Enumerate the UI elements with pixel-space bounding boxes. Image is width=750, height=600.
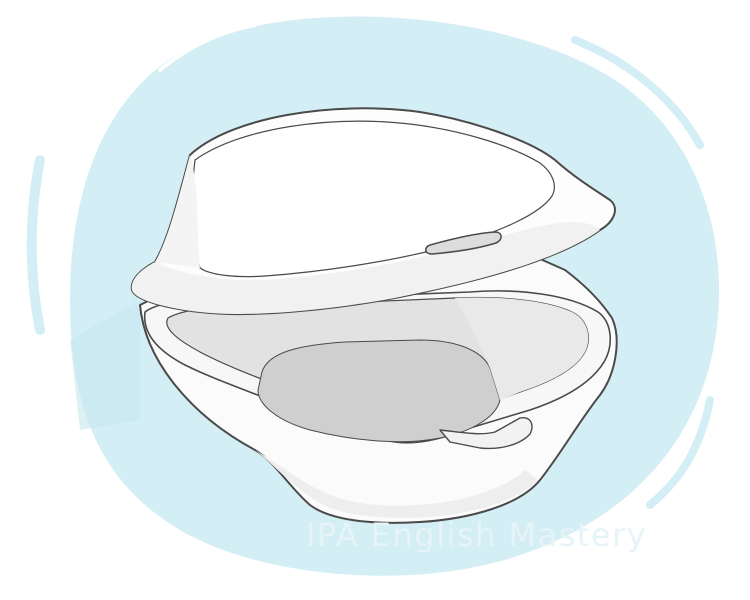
foam-container-illustration (26, 16, 720, 576)
